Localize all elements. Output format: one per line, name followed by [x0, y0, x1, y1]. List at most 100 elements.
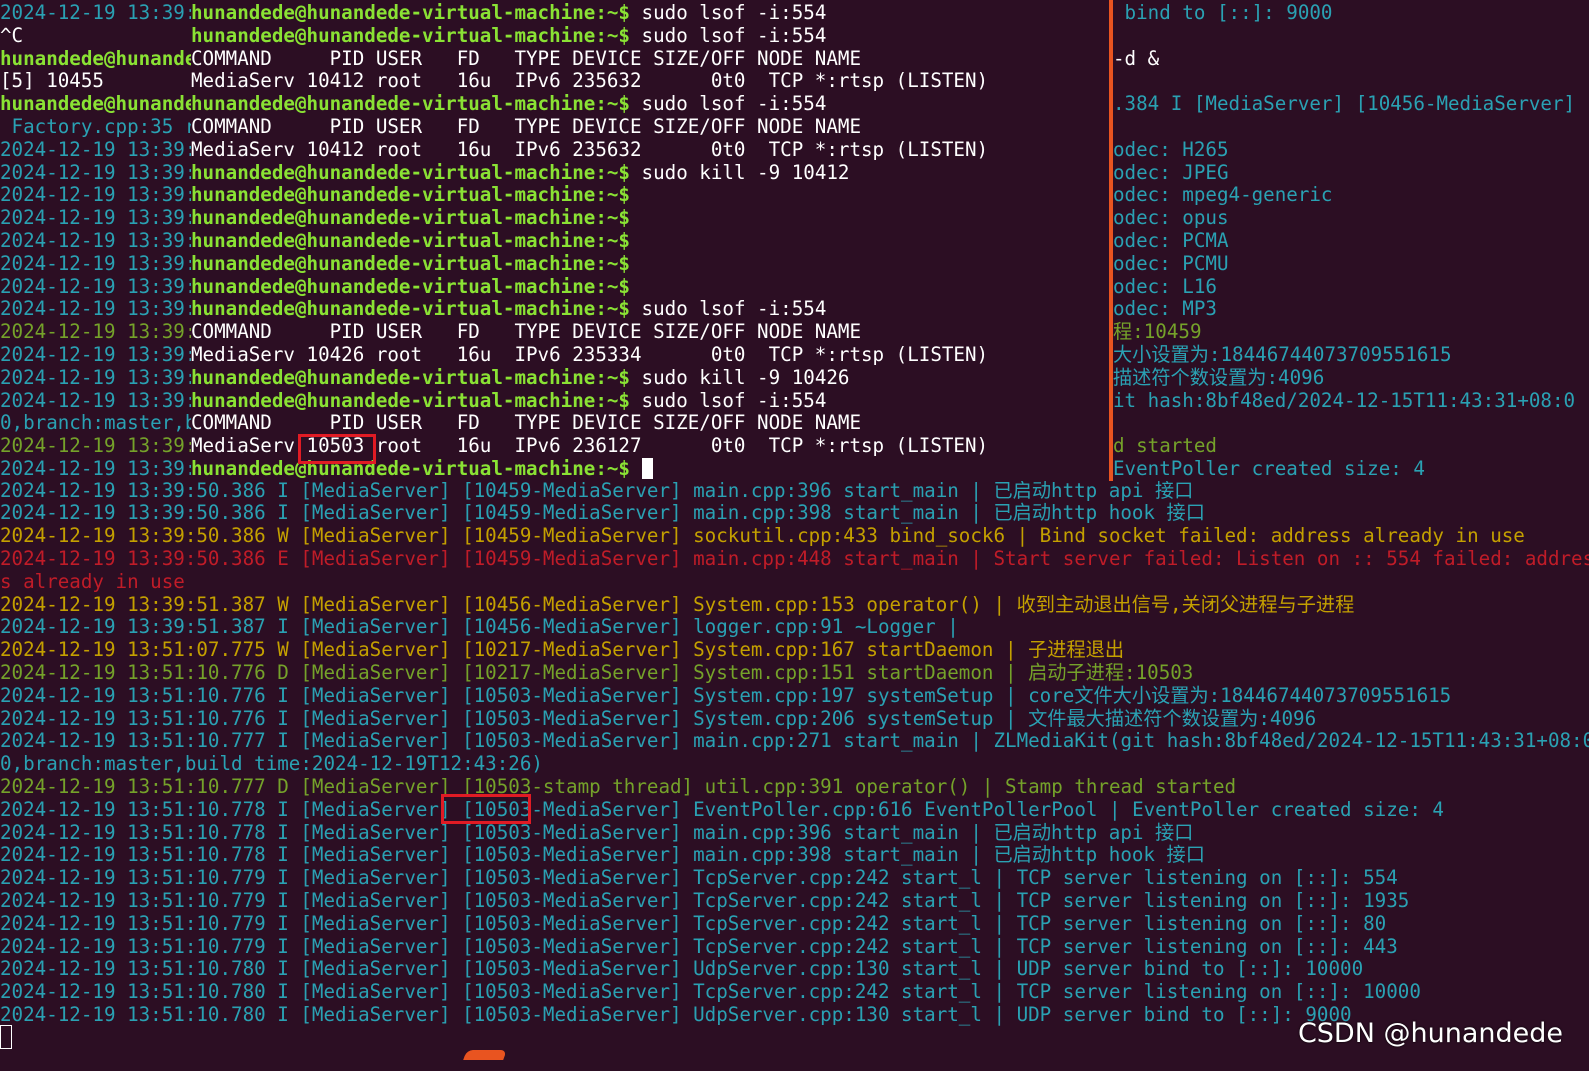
left-strip-line: 2024-12-19 13:39:: [0, 229, 191, 252]
shell-prompt: hunandede@hunandede-virtual-machine:~$: [191, 92, 630, 116]
log-line: 2024-12-19 13:51:10.779 I [MediaServer] …: [0, 866, 1398, 890]
right-pane-line: it hash:8bf48ed/2024-12-15T11:43:31+08:0: [1113, 388, 1576, 412]
csdn-watermark: CSDN @hunandede: [1297, 1018, 1563, 1049]
log-line: 2024-12-19 13:51:10.780 I [MediaServer] …: [0, 957, 1364, 981]
main-terminal[interactable]: hunandede@hunandede-virtual-machine:~$ s…: [191, 0, 1109, 481]
left-strip-line: 2024-12-19 13:39:: [0, 320, 191, 344]
left-strip-line: hunandede@hunande: [0, 92, 191, 116]
command-output-line: MediaServ 10412 root 16u IPv6 235632 0t0…: [191, 69, 989, 93]
right-pane-line: odec: PCMA: [1113, 229, 1229, 252]
prompt-line: hunandede@hunandede-virtual-machine:~$: [191, 229, 630, 253]
left-strip-line: 2024-12-19 13:39:: [0, 457, 191, 480]
shell-prompt: hunandede@hunandede-virtual-machine:~$: [191, 23, 630, 47]
right-pane-line: 大小设置为:18446744073709551615: [1113, 343, 1452, 366]
prompt-line: hunandede@hunandede-virtual-machine:~$: [191, 183, 630, 207]
terminal-cursor-icon: [0, 1025, 12, 1049]
right-pane-line: EventPoller created size: 4: [1113, 457, 1425, 480]
left-strip-line: 2024-12-19 13:39:: [0, 365, 191, 389]
command-text: sudo lsof -i:554: [629, 92, 827, 116]
command-text: sudo lsof -i:554: [629, 297, 827, 321]
left-strip-line: hunandede@hunande: [0, 46, 191, 70]
prompt-line: hunandede@hunandede-virtual-machine:~$ s…: [191, 388, 827, 413]
right-pane-line: 描述符个数设置为:4096: [1113, 365, 1325, 389]
command-text: sudo lsof -i:554: [629, 388, 827, 412]
prompt-line: hunandede@hunandede-virtual-machine:~$ s…: [191, 365, 850, 390]
left-strip-line: 2024-12-19 13:39:: [0, 1, 191, 24]
shell-prompt: hunandede@hunandede-virtual-machine:~$: [191, 1, 630, 24]
command-text: [630, 457, 642, 480]
right-pane-line: d started: [1113, 434, 1217, 458]
log-line: 2024-12-19 13:39:51.387 I [MediaServer] …: [0, 615, 959, 639]
prompt-line: hunandede@hunandede-virtual-machine:~$: [191, 274, 630, 299]
shell-prompt: hunandede@hunandede-virtual-machine:~$: [191, 160, 630, 184]
log-line: 2024-12-19 13:51:10.777 D [MediaServer] …: [0, 774, 1237, 798]
log-line: 0,branch:master,build time:2024-12-19T12…: [0, 752, 543, 776]
right-pane-line: bind to [::]: 9000: [1113, 1, 1333, 24]
command-text: sudo lsof -i:554: [629, 1, 827, 24]
prompt-line: hunandede@hunandede-virtual-machine:~$ s…: [191, 23, 827, 48]
log-line: 2024-12-19 13:51:07.775 W [MediaServer] …: [0, 638, 1125, 662]
log-line: 2024-12-19 13:51:10.777 I [MediaServer] …: [0, 729, 1589, 753]
command-text: sudo kill -9 10412: [629, 160, 850, 184]
command-output-line: MediaServ 10426 root 16u IPv6 235334 0t0…: [191, 343, 989, 366]
left-terminal-strip: 2024-12-19 13:39: ^C hunandede@hunande [5] …: [0, 0, 191, 481]
log-line: 2024-12-19 13:51:10.778 I [MediaServer] …: [0, 820, 1194, 844]
text-cursor-icon[interactable]: [641, 458, 653, 479]
left-strip-line: 2024-12-19 13:39:: [0, 274, 191, 298]
window-tab-edge: [463, 1050, 507, 1060]
left-strip-line: 0,branch:master,b: [0, 411, 191, 435]
left-strip-line: 2024-12-19 13:39:: [0, 183, 191, 207]
left-strip-line: 2024-12-19 13:39:: [0, 297, 191, 321]
command-text: sudo kill -9 10426: [629, 365, 850, 389]
prompt-line: hunandede@hunandede-virtual-machine:~$ s…: [191, 1, 827, 25]
right-pane-line: odec: MP3: [1113, 297, 1217, 321]
command-output-line: COMMAND PID USER FD TYPE DEVICE SIZE/OFF…: [191, 115, 862, 138]
shell-prompt: hunandede@hunandede-virtual-machine:~$: [191, 229, 630, 252]
log-line: 2024-12-19 13:51:10.778 I [MediaServer] …: [0, 797, 1444, 821]
right-pane-line: odec: L16: [1113, 274, 1217, 298]
pid-highlight-box-bottom: [441, 794, 531, 824]
active-prompt-line: hunandede@hunandede-virtual-machine:~$: [191, 457, 653, 481]
log-line: 2024-12-19 13:51:10.779 I [MediaServer] …: [0, 888, 1410, 912]
log-line: 2024-12-19 13:51:10.780 I [MediaServer] …: [0, 980, 1421, 1004]
log-line: 2024-12-19 13:51:10.776 I [MediaServer] …: [0, 683, 1452, 707]
pid-highlight-box-top: [298, 434, 376, 464]
left-strip-line: [5] 10455: [0, 69, 104, 93]
shell-prompt: hunandede@hunandede-virtual-machine:~$: [191, 183, 630, 207]
prompt-line: hunandede@hunandede-virtual-machine:~$: [191, 206, 630, 230]
right-pane-line: odec: H265: [1113, 137, 1229, 161]
prompt-line: hunandede@hunandede-virtual-machine:~$: [191, 251, 630, 276]
log-line: 2024-12-19 13:51:10.776 D [MediaServer] …: [0, 660, 1194, 684]
log-line: 2024-12-19 13:51:10.779 I [MediaServer] …: [0, 911, 1387, 935]
command-output-line: COMMAND PID USER FD TYPE DEVICE SIZE/OFF…: [191, 411, 862, 435]
left-strip-line: ^C: [0, 23, 24, 47]
right-pane-line: odec: PCMU: [1113, 251, 1229, 275]
right-pane-line: odec: JPEG: [1113, 160, 1229, 184]
log-line: 2024-12-19 13:51:10.776 I [MediaServer] …: [0, 706, 1317, 730]
command-output-line: COMMAND PID USER FD TYPE DEVICE SIZE/OFF…: [191, 320, 862, 344]
log-line: 2024-12-19 13:51:10.779 I [MediaServer] …: [0, 934, 1398, 958]
log-line: 2024-12-19 13:51:10.778 I [MediaServer] …: [0, 843, 1205, 867]
log-line: 2024-12-19 13:51:10.780 I [MediaServer] …: [0, 1002, 1352, 1026]
log-line: s already in use: [0, 569, 185, 593]
shell-prompt: hunandede@hunandede-virtual-machine:~$: [191, 457, 630, 480]
left-strip-line: Factory.cpp:35 r: [0, 115, 191, 138]
shell-prompt: hunandede@hunandede-virtual-machine:~$: [191, 206, 630, 230]
right-pane-line: -d &: [1113, 46, 1160, 70]
shell-prompt: hunandede@hunandede-virtual-machine:~$: [191, 388, 630, 412]
log-line: 2024-12-19 13:39:50.386 W [MediaServer] …: [0, 524, 1525, 548]
command-text: sudo lsof -i:554: [629, 23, 827, 47]
left-strip-line: 2024-12-19 13:39:: [0, 251, 191, 275]
left-strip-line: 2024-12-19 13:39:: [0, 206, 191, 230]
log-line: 2024-12-19 13:39:51.387 W [MediaServer] …: [0, 592, 1355, 616]
left-strip-line: 2024-12-19 13:39:: [0, 388, 191, 412]
right-pane-line: odec: mpeg4-generic: [1113, 183, 1333, 207]
command-output-line: MediaServ 10412 root 16u IPv6 235632 0t0…: [191, 137, 989, 161]
shell-prompt: hunandede@hunandede-virtual-machine:~$: [191, 251, 630, 275]
shell-prompt: hunandede@hunandede-virtual-machine:~$: [191, 365, 630, 389]
log-line: 2024-12-19 13:39:50.386 I [MediaServer] …: [0, 478, 1194, 502]
prompt-line: hunandede@hunandede-virtual-machine:~$ s…: [191, 160, 850, 185]
right-pane-line: .384 I [MediaServer] [10456-MediaServer]: [1113, 92, 1576, 116]
shell-prompt: hunandede@hunandede-virtual-machine:~$: [191, 274, 630, 298]
foreground-terminal-window[interactable]: 2024-12-19 13:39: ^C hunandede@hunande [5] …: [0, 0, 1109, 481]
